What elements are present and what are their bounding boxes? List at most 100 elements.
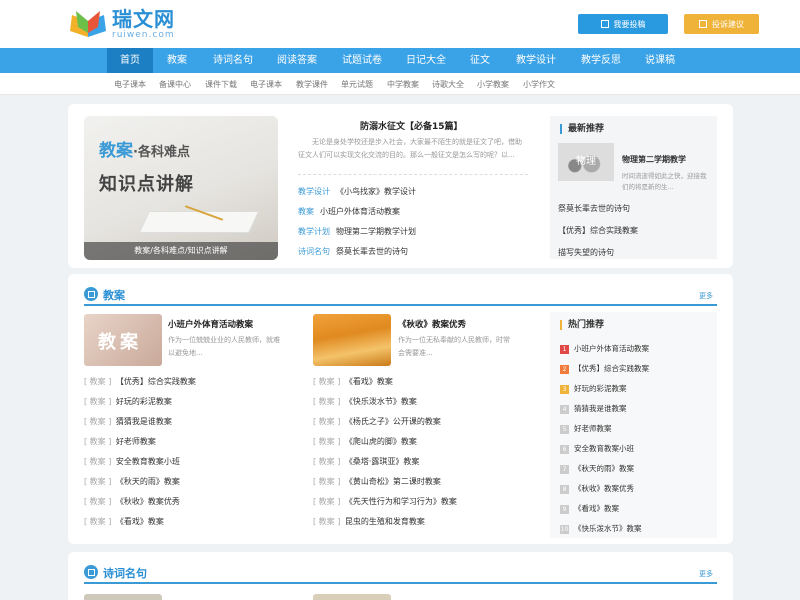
list-item[interactable]: 10 《快乐泼水节》教案 <box>560 519 649 539</box>
section-title[interactable]: 诗词名句 <box>103 565 147 581</box>
site-header: 瑞文网 ruiwen.com 我要投稿 投诉建议 <box>0 0 800 48</box>
logo-title: 瑞文网 <box>112 7 175 31</box>
shici-section: 诗词名句 更多 <box>68 552 733 600</box>
featured-headline[interactable]: 防溺水征文【必备15篇】 <box>360 119 463 132</box>
list-item[interactable]: 2 【优秀】综合实践教案 <box>560 359 649 379</box>
more-link[interactable]: 更多 <box>699 291 713 301</box>
list-item[interactable]: [ 教案 ] 《桑塔·露琪亚》教案 <box>313 452 457 472</box>
list-item[interactable]: [ 教案 ] 《黄山奇松》第二课时教案 <box>313 472 457 492</box>
section-header: 诗词名句 更多 <box>84 564 717 584</box>
nav-item-jiaoan[interactable]: 教案 <box>158 48 196 73</box>
latest-recommend-title: 最新推荐 <box>560 124 604 134</box>
subnav-item[interactable]: 单元试题 <box>341 79 373 90</box>
article-list-left: [ 教案 ] 【优秀】综合实践教案 [ 教案 ] 好玩的彩泥教案 [ 教案 ] … <box>84 372 196 532</box>
list-item[interactable]: [ 教案 ] 昆虫的生殖和发育教案 <box>313 512 457 532</box>
book-icon <box>84 565 98 579</box>
list-item[interactable]: 7 《秋天的雨》教案 <box>560 459 649 479</box>
feedback-button[interactable]: 投诉建议 <box>684 14 759 34</box>
nav-item-shuoke[interactable]: 说课稿 <box>636 48 684 73</box>
main-nav: 首页 教案 诗词名句 阅读答案 试题试卷 日记大全 征文 教学设计 教学反思 说… <box>0 48 800 73</box>
list-item[interactable]: 教学设计 《小鸟找家》教学设计 <box>298 182 416 202</box>
subnav-item[interactable]: 电子课本 <box>114 79 146 90</box>
subnav-item[interactable]: 诗歌大全 <box>432 79 464 90</box>
subnav-item[interactable]: 电子课本 <box>250 79 282 90</box>
more-link[interactable]: 更多 <box>699 569 713 579</box>
list-item[interactable]: [ 教案 ] 《先天性行为和学习行为》教案 <box>313 492 457 512</box>
list-item[interactable]: [ 教案 ] 《看戏》教案 <box>84 512 196 532</box>
nav-item-shiti[interactable]: 试题试卷 <box>334 48 390 73</box>
feedback-label: 投诉建议 <box>712 19 744 29</box>
banner-subtitle: 知识点讲解 <box>99 174 194 195</box>
list-item[interactable]: 6 安全教育教案小班 <box>560 439 649 459</box>
list-item[interactable]: [ 教案 ] 《看戏》教案 <box>313 372 457 392</box>
nav-item-fansi[interactable]: 教学反思 <box>572 48 630 73</box>
card-image[interactable] <box>313 314 391 366</box>
nav-item-sheji[interactable]: 教学设计 <box>506 48 566 73</box>
featured-banner[interactable]: 教案·各科难点 知识点讲解 教案/各科难点/知识点讲解 <box>84 116 278 260</box>
card-image[interactable]: 教案 <box>84 314 162 366</box>
list-item[interactable]: [ 教案 ] 《秋收》教案优秀 <box>84 492 196 512</box>
subnav-item[interactable]: 教学课件 <box>296 79 328 90</box>
featured-panel: 教案·各科难点 知识点讲解 教案/各科难点/知识点讲解 防溺水征文【必备15篇】… <box>68 104 733 268</box>
section-title[interactable]: 教案 <box>103 287 125 303</box>
jiaoan-section: 教案 更多 教案 小班户外体育活动教案 作为一位兢兢业业的人民教师，就难以避免地… <box>68 274 733 544</box>
hot-recommend-title: 热门推荐 <box>560 320 604 330</box>
book-logo-icon <box>70 11 106 37</box>
submit-article-button[interactable]: 我要投稿 <box>578 14 668 34</box>
list-item[interactable]: 9 《看戏》教案 <box>560 499 649 519</box>
subnav-item[interactable]: 小学教案 <box>477 79 509 90</box>
subnav-item[interactable]: 课件下载 <box>205 79 237 90</box>
list-item[interactable]: 1 小班户外体育活动教案 <box>560 339 649 359</box>
desk-decoration <box>138 211 260 233</box>
latest-thumbnail[interactable]: 物理 <box>558 143 614 181</box>
nav-item-home[interactable]: 首页 <box>107 48 153 73</box>
book-icon <box>84 287 98 301</box>
subnav-item[interactable]: 小学作文 <box>523 79 555 90</box>
featured-description: 无论是身处学校还是步入社会，大家最不陌生的就是征文了吧，借助征文人们可以实现文化… <box>298 138 522 159</box>
list-item[interactable]: [ 教案 ] 《爬山虎的脚》教案 <box>313 432 457 452</box>
list-item[interactable]: 3 好玩的彩泥教案 <box>560 379 649 399</box>
divider <box>298 174 528 175</box>
subnav-item[interactable]: 备课中心 <box>159 79 191 90</box>
list-item[interactable]: 祭莫长辈去世的诗句 <box>558 202 638 224</box>
list-item[interactable]: [ 教案 ] 安全教育教案小班 <box>84 452 196 472</box>
edit-icon <box>600 20 609 28</box>
list-item[interactable]: [ 教案 ] 《秋天的雨》教案 <box>84 472 196 492</box>
list-item[interactable]: 4 猜猜我是谁教案 <box>560 399 649 419</box>
card-image[interactable] <box>84 594 162 600</box>
latest-item-desc: 时间流逝得如此之快，迎接我们的将是新的生... <box>622 172 707 191</box>
sub-nav: 电子课本 备课中心 课件下载 电子课本 教学课件 单元试题 中学教案 诗歌大全 … <box>0 73 800 95</box>
list-item[interactable]: 【优秀】综合实践教案 <box>558 224 638 246</box>
banner-title: 教案·各科难点 <box>99 141 190 161</box>
subnav-item[interactable]: 中学教案 <box>387 79 419 90</box>
list-item[interactable]: 诗词名句 祭莫长辈去世的诗句 <box>298 242 416 262</box>
nav-item-shici[interactable]: 诗词名句 <box>204 48 262 73</box>
list-item[interactable]: [ 教案 ] 好老师教案 <box>84 432 196 452</box>
card-title[interactable]: 小班户外体育活动教案 <box>168 318 253 330</box>
list-item[interactable]: 教学计划 物理第二学期教学计划 <box>298 222 416 242</box>
list-item[interactable]: 教案 小班户外体育活动教案 <box>298 202 416 222</box>
list-item[interactable]: 描写失望的诗句 <box>558 246 638 268</box>
submit-article-label: 我要投稿 <box>613 19 646 29</box>
nav-item-yuedu[interactable]: 阅读答案 <box>268 48 326 73</box>
nav-item-riji[interactable]: 日记大全 <box>398 48 454 73</box>
logo-domain: ruiwen.com <box>112 30 175 40</box>
list-item[interactable]: [ 教案 ] 猜猜我是谁教案 <box>84 412 196 432</box>
mail-icon <box>699 20 707 28</box>
list-item[interactable]: 8 《秋收》教案优秀 <box>560 479 649 499</box>
banner-caption: 教案/各科难点/知识点讲解 <box>84 242 278 260</box>
list-item[interactable]: [ 教案 ] 好玩的彩泥教案 <box>84 392 196 412</box>
latest-recommend-box: 最新推荐 物理 物理第二学期教学 时间流逝得如此之快，迎接我们的将是新的生...… <box>550 116 717 259</box>
list-item[interactable]: [ 教案 ] 《快乐泼水节》教案 <box>313 392 457 412</box>
latest-item-title[interactable]: 物理第二学期教学 <box>622 154 686 165</box>
list-item[interactable]: 5 好老师教案 <box>560 419 649 439</box>
card-title[interactable]: 《秋收》教案优秀 <box>398 318 466 330</box>
list-item[interactable]: [ 教案 ] 《杨氏之子》公开课的教案 <box>313 412 457 432</box>
site-logo[interactable]: 瑞文网 ruiwen.com <box>68 7 175 41</box>
card-desc: 作为一位兢兢业业的人民教师，就难以避免地... <box>168 336 280 357</box>
card-image[interactable] <box>313 594 391 600</box>
latest-list: 祭莫长辈去世的诗句 【优秀】综合实践教案 描写失望的诗句 <box>558 202 638 268</box>
article-list-right: [ 教案 ] 《看戏》教案 [ 教案 ] 《快乐泼水节》教案 [ 教案 ] 《杨… <box>313 372 457 532</box>
list-item[interactable]: [ 教案 ] 【优秀】综合实践教案 <box>84 372 196 392</box>
nav-item-zhengwen[interactable]: 征文 <box>462 48 498 73</box>
